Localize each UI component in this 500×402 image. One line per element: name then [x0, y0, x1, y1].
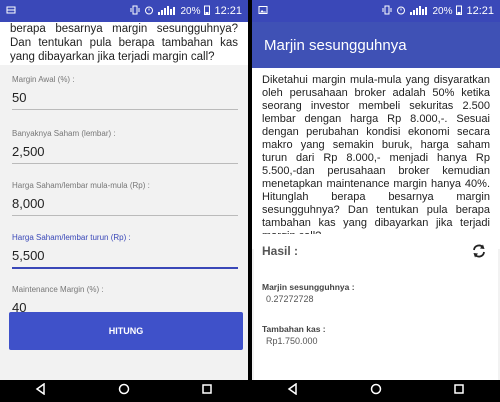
screenshot-frame: 20% 12:21 berapa besarnya margin sesungg…	[0, 0, 500, 402]
recents-icon[interactable]	[453, 382, 465, 400]
status-time: 12:21	[214, 5, 242, 17]
margin-result-label: Marjin sesungguhnya :	[262, 282, 355, 292]
field-label: Banyaknya Saham (lembar) :	[12, 129, 116, 138]
hitung-button[interactable]: HITUNG	[9, 312, 243, 350]
home-icon[interactable]	[118, 382, 130, 400]
vibrate-icon	[382, 5, 392, 18]
signal-icon	[158, 5, 176, 18]
alarm-icon	[144, 5, 154, 18]
right-phone-screen: 20% 12:21 Marjin sesungguhnya Diketahui …	[252, 0, 500, 402]
battery-percent: 20%	[180, 5, 201, 17]
margin-result-value: 0.27272728	[266, 294, 314, 304]
battery-icon	[456, 5, 463, 18]
cash-result-label: Tambahan kas :	[262, 324, 326, 334]
battery-icon	[204, 5, 211, 18]
recents-icon[interactable]	[201, 382, 213, 400]
result-heading: Hasil :	[262, 244, 299, 258]
banyak-saham-field[interactable]: Banyaknya Saham (lembar) : 2,500	[12, 129, 238, 164]
question-text: berapa besarnya margin sesungguhnya? Dan…	[10, 23, 238, 63]
status-bar: 20% 12:21	[0, 0, 248, 22]
result-card: Hasil : Marjin sesungguhnya : 0.27272728…	[254, 234, 498, 380]
harga-awal-input[interactable]: 8,000	[12, 196, 238, 216]
nav-bar	[0, 380, 248, 402]
left-phone-screen: 20% 12:21 berapa besarnya margin sesungg…	[0, 0, 248, 402]
page-title: Marjin sesungguhnya	[264, 36, 407, 54]
field-label: Harga Saham/lembar mula-mula (Rp) :	[12, 181, 150, 190]
notification-icon	[6, 5, 16, 18]
nav-bar	[252, 380, 500, 402]
banyak-saham-input[interactable]: 2,500	[12, 144, 238, 164]
harga-awal-field[interactable]: Harga Saham/lembar mula-mula (Rp) : 8,00…	[12, 181, 238, 216]
harga-turun-input[interactable]: 5,500	[12, 248, 238, 269]
battery-percent: 20%	[432, 5, 453, 17]
signal-icon	[410, 5, 428, 18]
back-icon[interactable]	[35, 382, 47, 400]
back-icon[interactable]	[287, 382, 299, 400]
harga-turun-field[interactable]: Harga Saham/lembar turun (Rp) : 5,500	[12, 233, 238, 269]
cash-result-value: Rp1.750.000	[266, 336, 318, 346]
home-icon[interactable]	[370, 382, 382, 400]
field-label: Margin Awal (%) :	[12, 75, 75, 84]
image-notification-icon	[258, 5, 268, 18]
refresh-icon[interactable]	[470, 242, 488, 260]
field-label: Harga Saham/lembar turun (Rp) :	[12, 233, 131, 242]
status-bar: 20% 12:21	[252, 0, 500, 22]
alarm-icon	[396, 5, 406, 18]
app-bar: Marjin sesungguhnya	[252, 22, 500, 68]
problem-text: Diketahui margin mula-mula yang disyarat…	[252, 68, 500, 249]
vibrate-icon	[130, 5, 140, 18]
status-time: 12:21	[466, 5, 494, 17]
margin-awal-field[interactable]: Margin Awal (%) : 50	[12, 75, 238, 110]
margin-awal-input[interactable]: 50	[12, 90, 238, 110]
field-label: Maintenance Margin (%) :	[12, 285, 104, 294]
